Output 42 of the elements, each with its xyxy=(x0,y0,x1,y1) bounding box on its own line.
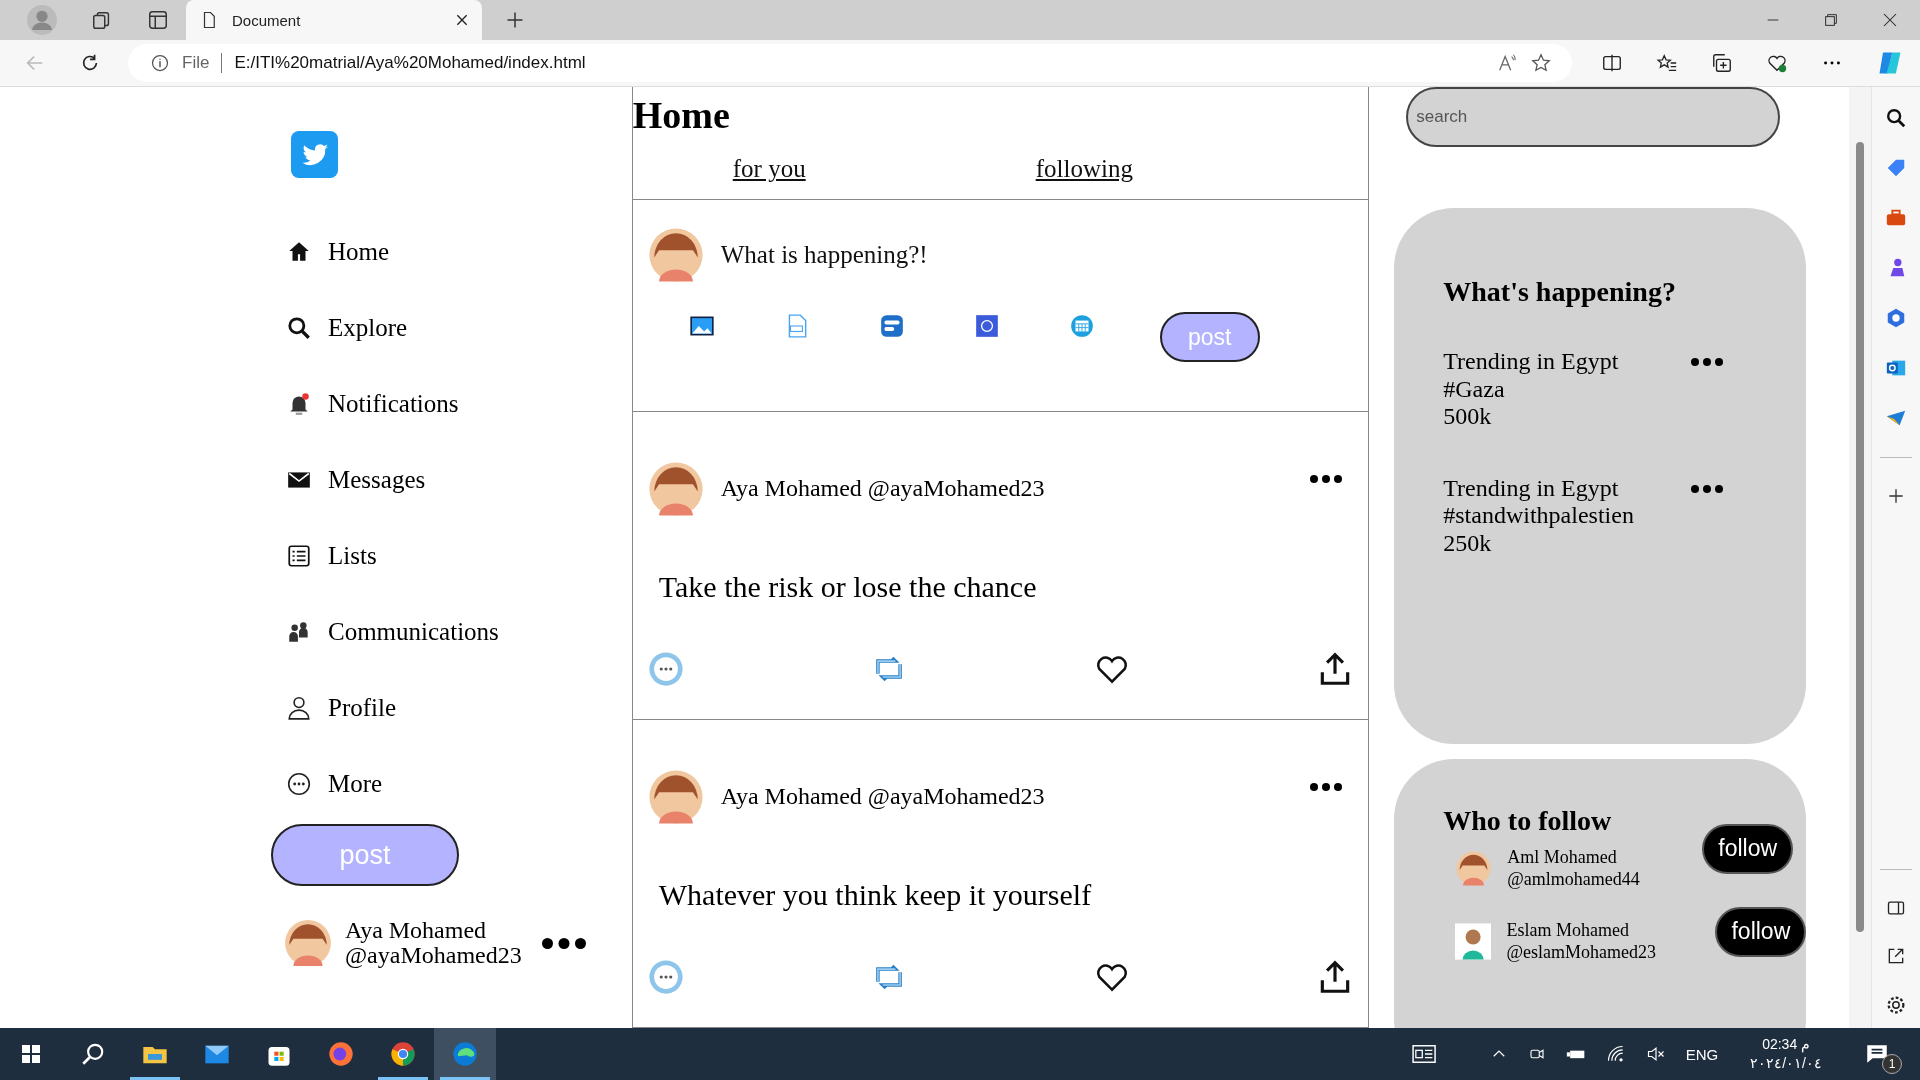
nav-item[interactable]: Communications xyxy=(286,602,632,662)
user-name: Eslam Mohamed xyxy=(1506,920,1630,942)
trend-label: Trending in Egypt xyxy=(1443,348,1619,376)
address-bar[interactable]: File E:/ITI%20matrial/Aya%20Mohamed/index.html xyxy=(128,44,1572,82)
browser-tab[interactable]: Document xyxy=(186,0,482,40)
search-field[interactable]: search xyxy=(1406,87,1781,147)
feed-tab[interactable]: for you xyxy=(732,155,806,184)
page-title: Home xyxy=(632,93,731,138)
card-title: What's happening? xyxy=(1443,276,1677,308)
nav-item[interactable]: Profile xyxy=(286,678,632,738)
post-author: Aya Mohamed @ayaMohamed23 xyxy=(720,783,1045,811)
nav-item[interactable]: Home xyxy=(286,222,632,282)
feed-tab[interactable]: following xyxy=(1035,155,1133,184)
language-indicator[interactable]: ENG xyxy=(1685,1045,1719,1063)
clock-time: 02:34 م xyxy=(1762,1035,1811,1054)
trend-count: 500k xyxy=(1443,403,1493,431)
follow-button[interactable]: follow xyxy=(1702,823,1794,874)
follow-button[interactable]: follow xyxy=(1715,906,1807,957)
scheme-label: File xyxy=(182,53,210,73)
notification-count: 1 xyxy=(1882,1054,1902,1074)
post-text: Take the risk or lose the chance xyxy=(658,569,1038,604)
card-title: Who to follow xyxy=(1443,805,1613,837)
user-handle: @amlmohamed44 xyxy=(1507,868,1641,891)
nav-item[interactable]: Explore xyxy=(286,298,632,358)
trend-count: 250k xyxy=(1443,529,1493,558)
account-name: Aya Mohamed xyxy=(345,918,488,944)
user-name: Aml Mohamed xyxy=(1507,847,1618,869)
trend-label: Trending in Egypt xyxy=(1443,474,1619,503)
url-text: E:/ITI%20matrial/Aya%20Mohamed/index.html xyxy=(234,53,586,73)
clock-date: ٢٠٢٤/٠١/٠٤ xyxy=(1750,1054,1822,1073)
clock[interactable]: 02:34 م ٢٠٢٤/٠١/٠٤ xyxy=(1750,1035,1822,1073)
user-handle: @eslamMohamed23 xyxy=(1506,941,1657,964)
account-handle: @ayaMohamed23 xyxy=(345,943,522,969)
post-author: Aya Mohamed @ayaMohamed23 xyxy=(720,475,1045,503)
trend-tag[interactable]: #standwithpalestien xyxy=(1443,502,1807,530)
nav-item[interactable]: More xyxy=(286,754,632,814)
post-text: Whatever you think keep it yourself xyxy=(658,877,1093,912)
nav-item[interactable]: Notifications xyxy=(286,374,632,434)
nav-item[interactable]: Lists xyxy=(286,526,632,586)
nav-item[interactable]: Messages xyxy=(286,450,632,510)
trend-tag[interactable]: #Gaza xyxy=(1443,375,1807,404)
tab-title: Document xyxy=(232,11,302,29)
